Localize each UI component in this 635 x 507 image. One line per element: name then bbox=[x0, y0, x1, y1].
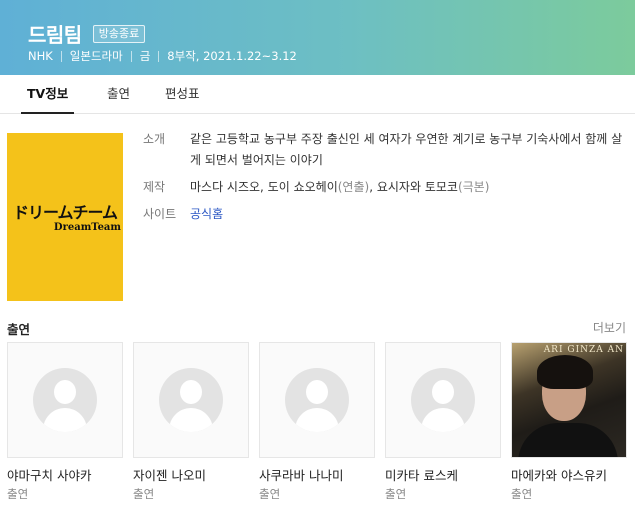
director-role: (연출) bbox=[337, 180, 370, 194]
meta-divider bbox=[130, 50, 132, 62]
cast-role: 출연 bbox=[511, 487, 533, 501]
cast-card[interactable]: 사쿠라바 나나미 출연 bbox=[259, 342, 375, 502]
cast-name[interactable]: 사쿠라바 나나미 bbox=[259, 465, 375, 484]
synopsis-text: 같은 고등학교 농구부 주장 출신인 세 여자가 우연한 계기로 농구부 기숙사… bbox=[190, 132, 623, 167]
production-text: 마스다 시즈오, 도이 쇼오헤이(연출), 요시자와 토모코(극본) bbox=[190, 180, 490, 194]
cast-name[interactable]: 마에카와 야스유키 bbox=[511, 465, 627, 484]
photo-backdrop-text: ARI GINZA AN bbox=[543, 345, 624, 355]
cast-list: 야마구치 사야카 출연 자이젠 나오미 출연 사쿠라바 나나미 출연 미카타 료… bbox=[7, 342, 635, 507]
tab-schedule[interactable]: 편성표 bbox=[165, 75, 200, 113]
cast-role: 출연 bbox=[259, 487, 281, 501]
official-site-link[interactable]: 공식홈 bbox=[190, 207, 223, 221]
production-director: 마스다 시즈오, 도이 쇼오헤이 bbox=[190, 180, 338, 194]
meta-episodes-dates: 8부작, 2021.1.22~3.12 bbox=[167, 49, 297, 63]
tab-tv-info[interactable]: TV정보 bbox=[20, 75, 75, 114]
tab-cast[interactable]: 출연 bbox=[107, 75, 130, 113]
drama-info: 소개 같은 고등학교 농구부 주장 출신인 세 여자가 우연한 계기로 농구부 … bbox=[143, 129, 628, 231]
drama-meta: NHK 일본드라마 금 8부작, 2021.1.22~3.12 bbox=[28, 48, 297, 64]
meta-airday: 금 bbox=[139, 49, 151, 63]
cast-card[interactable]: 야마구치 사야카 출연 bbox=[7, 342, 123, 502]
drama-title[interactable]: 드림팀 bbox=[28, 19, 82, 48]
cast-card[interactable]: 미카타 료스케 출연 bbox=[385, 342, 501, 502]
cast-role: 출연 bbox=[7, 487, 29, 501]
actor-photo: ARI GINZA AN bbox=[511, 342, 627, 458]
cast-name[interactable]: 야마구치 사야카 bbox=[7, 465, 123, 484]
placeholder-person-icon bbox=[7, 342, 123, 458]
cast-name[interactable]: 자이젠 나오미 bbox=[133, 465, 249, 484]
poster-title-jp: ドリームチーム bbox=[12, 203, 118, 222]
tab-bar: TV정보 출연 편성표 bbox=[0, 75, 635, 114]
synopsis-row: 소개 같은 고등학교 농구부 주장 출신인 세 여자가 우연한 계기로 농구부 … bbox=[143, 129, 628, 171]
cast-name[interactable]: 미카타 료스케 bbox=[385, 465, 501, 484]
placeholder-person-icon bbox=[385, 342, 501, 458]
cast-more-link[interactable]: 더보기 bbox=[593, 319, 626, 336]
production-writer: 요시자와 토모코 bbox=[376, 180, 458, 194]
drama-header: 드림팀 방송종료 NHK 일본드라마 금 8부작, 2021.1.22~3.12 bbox=[0, 0, 635, 75]
placeholder-person-icon bbox=[259, 342, 375, 458]
placeholder-person-icon bbox=[133, 342, 249, 458]
meta-broadcaster: NHK bbox=[28, 49, 53, 63]
site-label: 사이트 bbox=[143, 207, 177, 221]
meta-divider bbox=[158, 50, 160, 62]
production-row: 제작 마스다 시즈오, 도이 쇼오헤이(연출), 요시자와 토모코(극본) bbox=[143, 177, 628, 198]
drama-poster[interactable]: ドリームチーム DreamTeam bbox=[7, 133, 123, 301]
poster-title-en: DreamTeam bbox=[53, 222, 121, 233]
cast-heading: 출연 bbox=[7, 322, 31, 337]
meta-genre: 일본드라마 bbox=[69, 49, 123, 63]
production-label: 제작 bbox=[143, 180, 166, 194]
cast-card[interactable]: 자이젠 나오미 출연 bbox=[133, 342, 249, 502]
cast-role: 출연 bbox=[385, 487, 407, 501]
synopsis-label: 소개 bbox=[143, 132, 166, 146]
cast-role: 출연 bbox=[133, 487, 155, 501]
writer-role: (극본) bbox=[457, 180, 490, 194]
site-row: 사이트 공식홈 bbox=[143, 204, 628, 225]
cast-card[interactable]: ARI GINZA AN 마에카와 야스유키 출연 bbox=[511, 342, 627, 502]
status-badge: 방송종료 bbox=[92, 24, 146, 43]
meta-divider bbox=[60, 50, 62, 62]
title-row: 드림팀 방송종료 bbox=[28, 19, 146, 48]
